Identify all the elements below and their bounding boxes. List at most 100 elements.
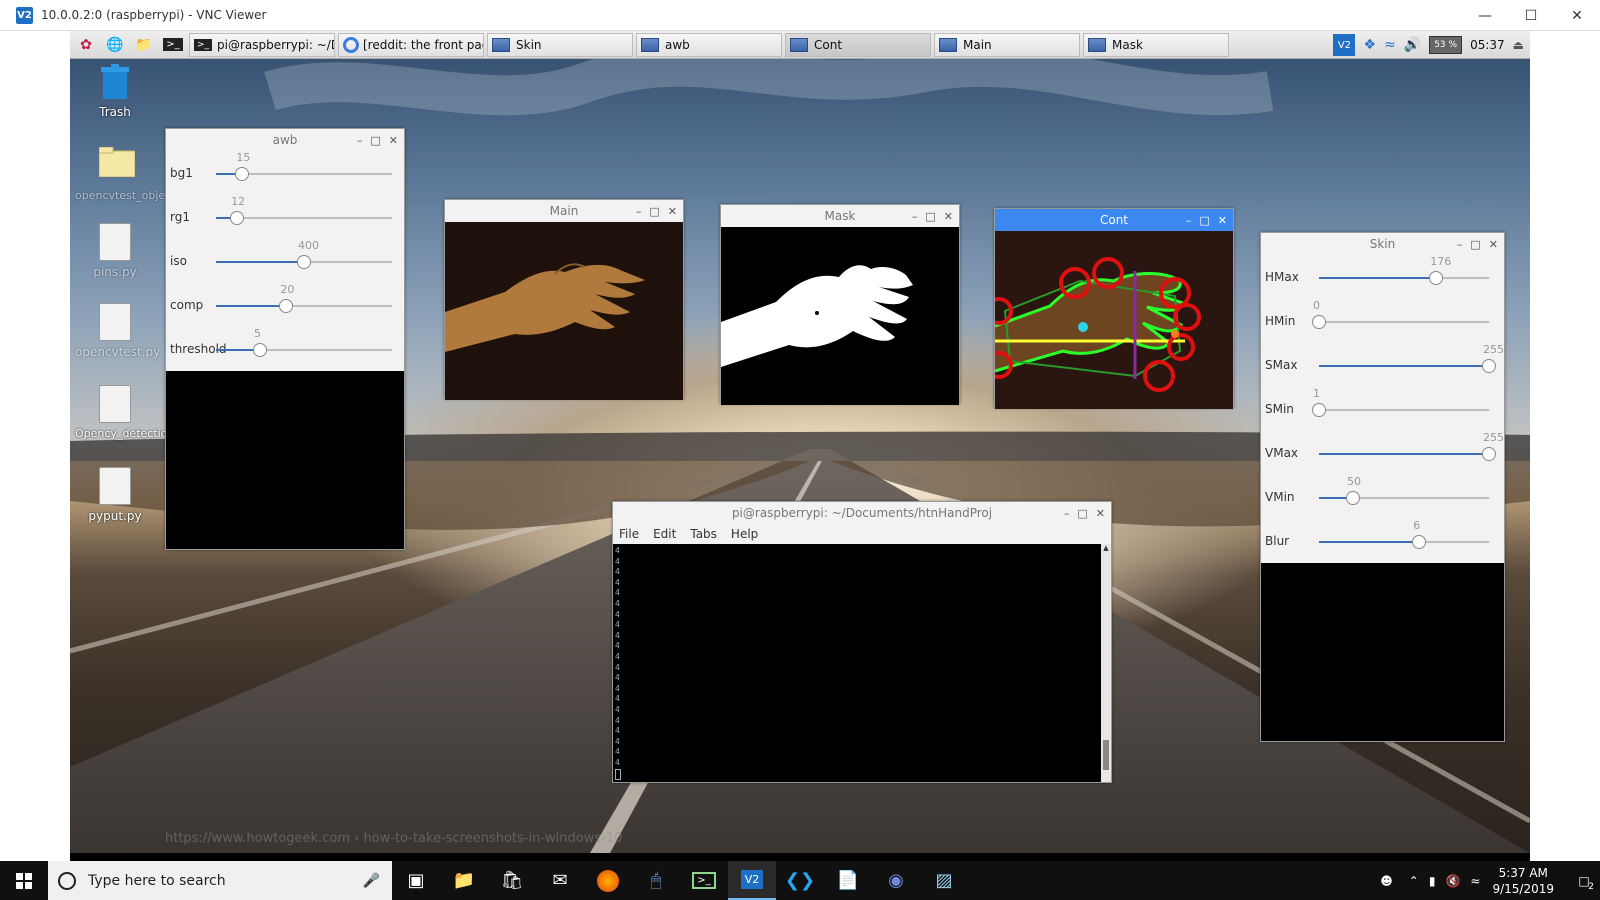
trackbar-threshold[interactable]: threshold 5 bbox=[166, 327, 404, 371]
task-main[interactable]: Main bbox=[934, 32, 1080, 57]
maximize-icon[interactable]: □ bbox=[649, 205, 659, 218]
window-titlebar[interactable]: pi@raspberrypi: ~/Documents/htnHandProj … bbox=[613, 502, 1111, 524]
desktop-icon-trash[interactable]: Trash bbox=[75, 63, 155, 119]
action-center-button[interactable]: □ 2 bbox=[1568, 861, 1600, 900]
vnc-server-icon[interactable]: V2 bbox=[1333, 34, 1356, 56]
window-titlebar[interactable]: Mask – □ ✕ bbox=[721, 205, 959, 227]
bluetooth-icon[interactable]: ❖ bbox=[1363, 37, 1376, 53]
trackbar-track[interactable] bbox=[1319, 321, 1489, 323]
trackbar-blur[interactable]: Blur 6 bbox=[1261, 519, 1504, 563]
vscode-button[interactable]: ❮❯ bbox=[776, 861, 824, 900]
minimize-icon[interactable]: – bbox=[1186, 214, 1192, 227]
minimize-icon[interactable]: – bbox=[357, 134, 363, 147]
minimize-icon[interactable]: – bbox=[636, 205, 642, 218]
close-button[interactable]: ✕ bbox=[1554, 0, 1600, 31]
trackbar-knob[interactable] bbox=[1312, 315, 1326, 329]
eject-icon[interactable]: ⏏ bbox=[1513, 38, 1524, 52]
maximize-icon[interactable]: □ bbox=[370, 134, 380, 147]
trackbar-knob[interactable] bbox=[253, 343, 267, 357]
close-icon[interactable]: ✕ bbox=[1096, 507, 1105, 520]
task-terminal[interactable]: >_ pi@raspberrypi: ~/Do... bbox=[189, 32, 335, 57]
trackbar-knob[interactable] bbox=[235, 167, 250, 181]
maximize-icon[interactable]: □ bbox=[1077, 507, 1087, 520]
trackbar-knob[interactable] bbox=[1482, 359, 1496, 373]
start-button[interactable] bbox=[0, 861, 48, 900]
trackbar-smax[interactable]: SMax 255 bbox=[1261, 343, 1504, 387]
scrollbar-thumb[interactable] bbox=[1103, 740, 1109, 770]
people-icon[interactable]: ☻ bbox=[1380, 874, 1393, 888]
taskbar-search-box[interactable]: Type here to search 🎤 bbox=[48, 861, 392, 900]
close-icon[interactable]: ✕ bbox=[1489, 238, 1498, 251]
terminal-launch-button[interactable]: >_ bbox=[160, 33, 186, 57]
window-titlebar[interactable]: Main – □ ✕ bbox=[445, 200, 683, 222]
network-app-button[interactable]: 🖱 bbox=[632, 861, 680, 900]
desktop-icon-file[interactable]: opencvtest.py bbox=[75, 303, 160, 359]
trackbar-knob[interactable] bbox=[230, 211, 245, 225]
wifi-icon[interactable]: ≈ bbox=[1470, 874, 1480, 888]
maximize-icon[interactable]: □ bbox=[925, 210, 935, 223]
maximize-icon[interactable]: □ bbox=[1470, 238, 1480, 251]
vnc-viewer-button[interactable]: V2 bbox=[728, 861, 776, 900]
speaker-muted-icon[interactable]: 🔇 bbox=[1445, 874, 1460, 888]
trackbar-hmax[interactable]: HMax 176 bbox=[1261, 255, 1504, 299]
menu-tabs[interactable]: Tabs bbox=[690, 527, 717, 541]
maximize-button[interactable]: ☐ bbox=[1508, 0, 1554, 31]
firefox-button[interactable] bbox=[584, 861, 632, 900]
notes-app-button[interactable]: ▨ bbox=[920, 861, 968, 900]
trackbar-knob[interactable] bbox=[1412, 535, 1427, 549]
task-skin[interactable]: Skin bbox=[487, 32, 633, 57]
raspberry-menu-button[interactable]: ✿ bbox=[73, 33, 99, 57]
trackbar-knob[interactable] bbox=[1482, 447, 1496, 461]
desktop-icon-folder[interactable]: opencvtest_object_detect bbox=[75, 146, 216, 202]
trackbar-vmin[interactable]: VMin 50 bbox=[1261, 475, 1504, 519]
task-view-button[interactable]: ▣ bbox=[392, 861, 440, 900]
trackbar-rg1[interactable]: rg1 12 bbox=[166, 195, 404, 239]
trackbar-smin[interactable]: SMin 1 bbox=[1261, 387, 1504, 431]
close-icon[interactable]: ✕ bbox=[944, 210, 953, 223]
window-titlebar[interactable]: Cont – □ ✕ bbox=[995, 209, 1233, 231]
trackbar-vmax[interactable]: VMax 255 bbox=[1261, 431, 1504, 475]
task-cont[interactable]: Cont bbox=[785, 32, 931, 57]
trackbar-knob[interactable] bbox=[279, 299, 294, 313]
task-awb[interactable]: awb bbox=[636, 32, 782, 57]
panel-clock[interactable]: 05:37 bbox=[1470, 38, 1505, 52]
window-titlebar[interactable]: Skin – □ ✕ bbox=[1261, 233, 1504, 255]
task-browser[interactable]: [reddit: the front page ... bbox=[338, 32, 484, 57]
menu-edit[interactable]: Edit bbox=[653, 527, 676, 541]
browser-launch-button[interactable]: 🌐 bbox=[102, 33, 128, 57]
close-icon[interactable]: ✕ bbox=[1218, 214, 1227, 227]
microphone-icon[interactable]: 🎤 bbox=[363, 873, 380, 889]
trackbar-knob[interactable] bbox=[297, 255, 311, 269]
task-mask[interactable]: Mask bbox=[1083, 32, 1229, 57]
trackbar-knob[interactable] bbox=[1429, 271, 1444, 285]
file-manager-launch-button[interactable]: 📁 bbox=[131, 33, 157, 57]
trackbar-hmin[interactable]: HMin 0 bbox=[1261, 299, 1504, 343]
trackbar-knob[interactable] bbox=[1346, 491, 1360, 505]
minimize-button[interactable]: — bbox=[1462, 0, 1508, 31]
terminal-app-button[interactable]: >_ bbox=[680, 861, 728, 900]
maximize-icon[interactable]: □ bbox=[1199, 214, 1209, 227]
discord-button[interactable]: ◉ bbox=[872, 861, 920, 900]
menu-file[interactable]: File bbox=[619, 527, 639, 541]
battery-icon[interactable]: ▮ bbox=[1429, 874, 1436, 888]
desktop-icon-file[interactable]: pyput.py bbox=[75, 467, 155, 523]
menu-help[interactable]: Help bbox=[731, 527, 758, 541]
terminal-scrollbar[interactable]: ▲ bbox=[1101, 544, 1111, 782]
file-explorer-button[interactable]: 📁 bbox=[440, 861, 488, 900]
store-button[interactable]: 🛍 bbox=[488, 861, 536, 900]
trackbar-track[interactable] bbox=[1319, 409, 1489, 411]
mail-button[interactable]: ✉ bbox=[536, 861, 584, 900]
minimize-icon[interactable]: – bbox=[912, 210, 918, 223]
window-titlebar[interactable]: awb – □ ✕ bbox=[166, 129, 404, 151]
desktop-icon-file[interactable]: pins.py bbox=[75, 223, 155, 279]
terminal-output[interactable]: 444444444444444444444 ▲ bbox=[613, 544, 1111, 782]
trackbar-knob[interactable] bbox=[1312, 403, 1326, 417]
chevron-up-icon[interactable]: ⌃ bbox=[1409, 874, 1419, 888]
wifi-icon[interactable]: ≈ bbox=[1384, 37, 1396, 53]
trackbar-iso[interactable]: iso 400 bbox=[166, 239, 404, 283]
scroll-up-icon[interactable]: ▲ bbox=[1101, 544, 1111, 552]
close-icon[interactable]: ✕ bbox=[389, 134, 398, 147]
python-file-button[interactable]: 📄 bbox=[824, 861, 872, 900]
trackbar-comp[interactable]: comp 20 bbox=[166, 283, 404, 327]
minimize-icon[interactable]: – bbox=[1457, 238, 1463, 251]
